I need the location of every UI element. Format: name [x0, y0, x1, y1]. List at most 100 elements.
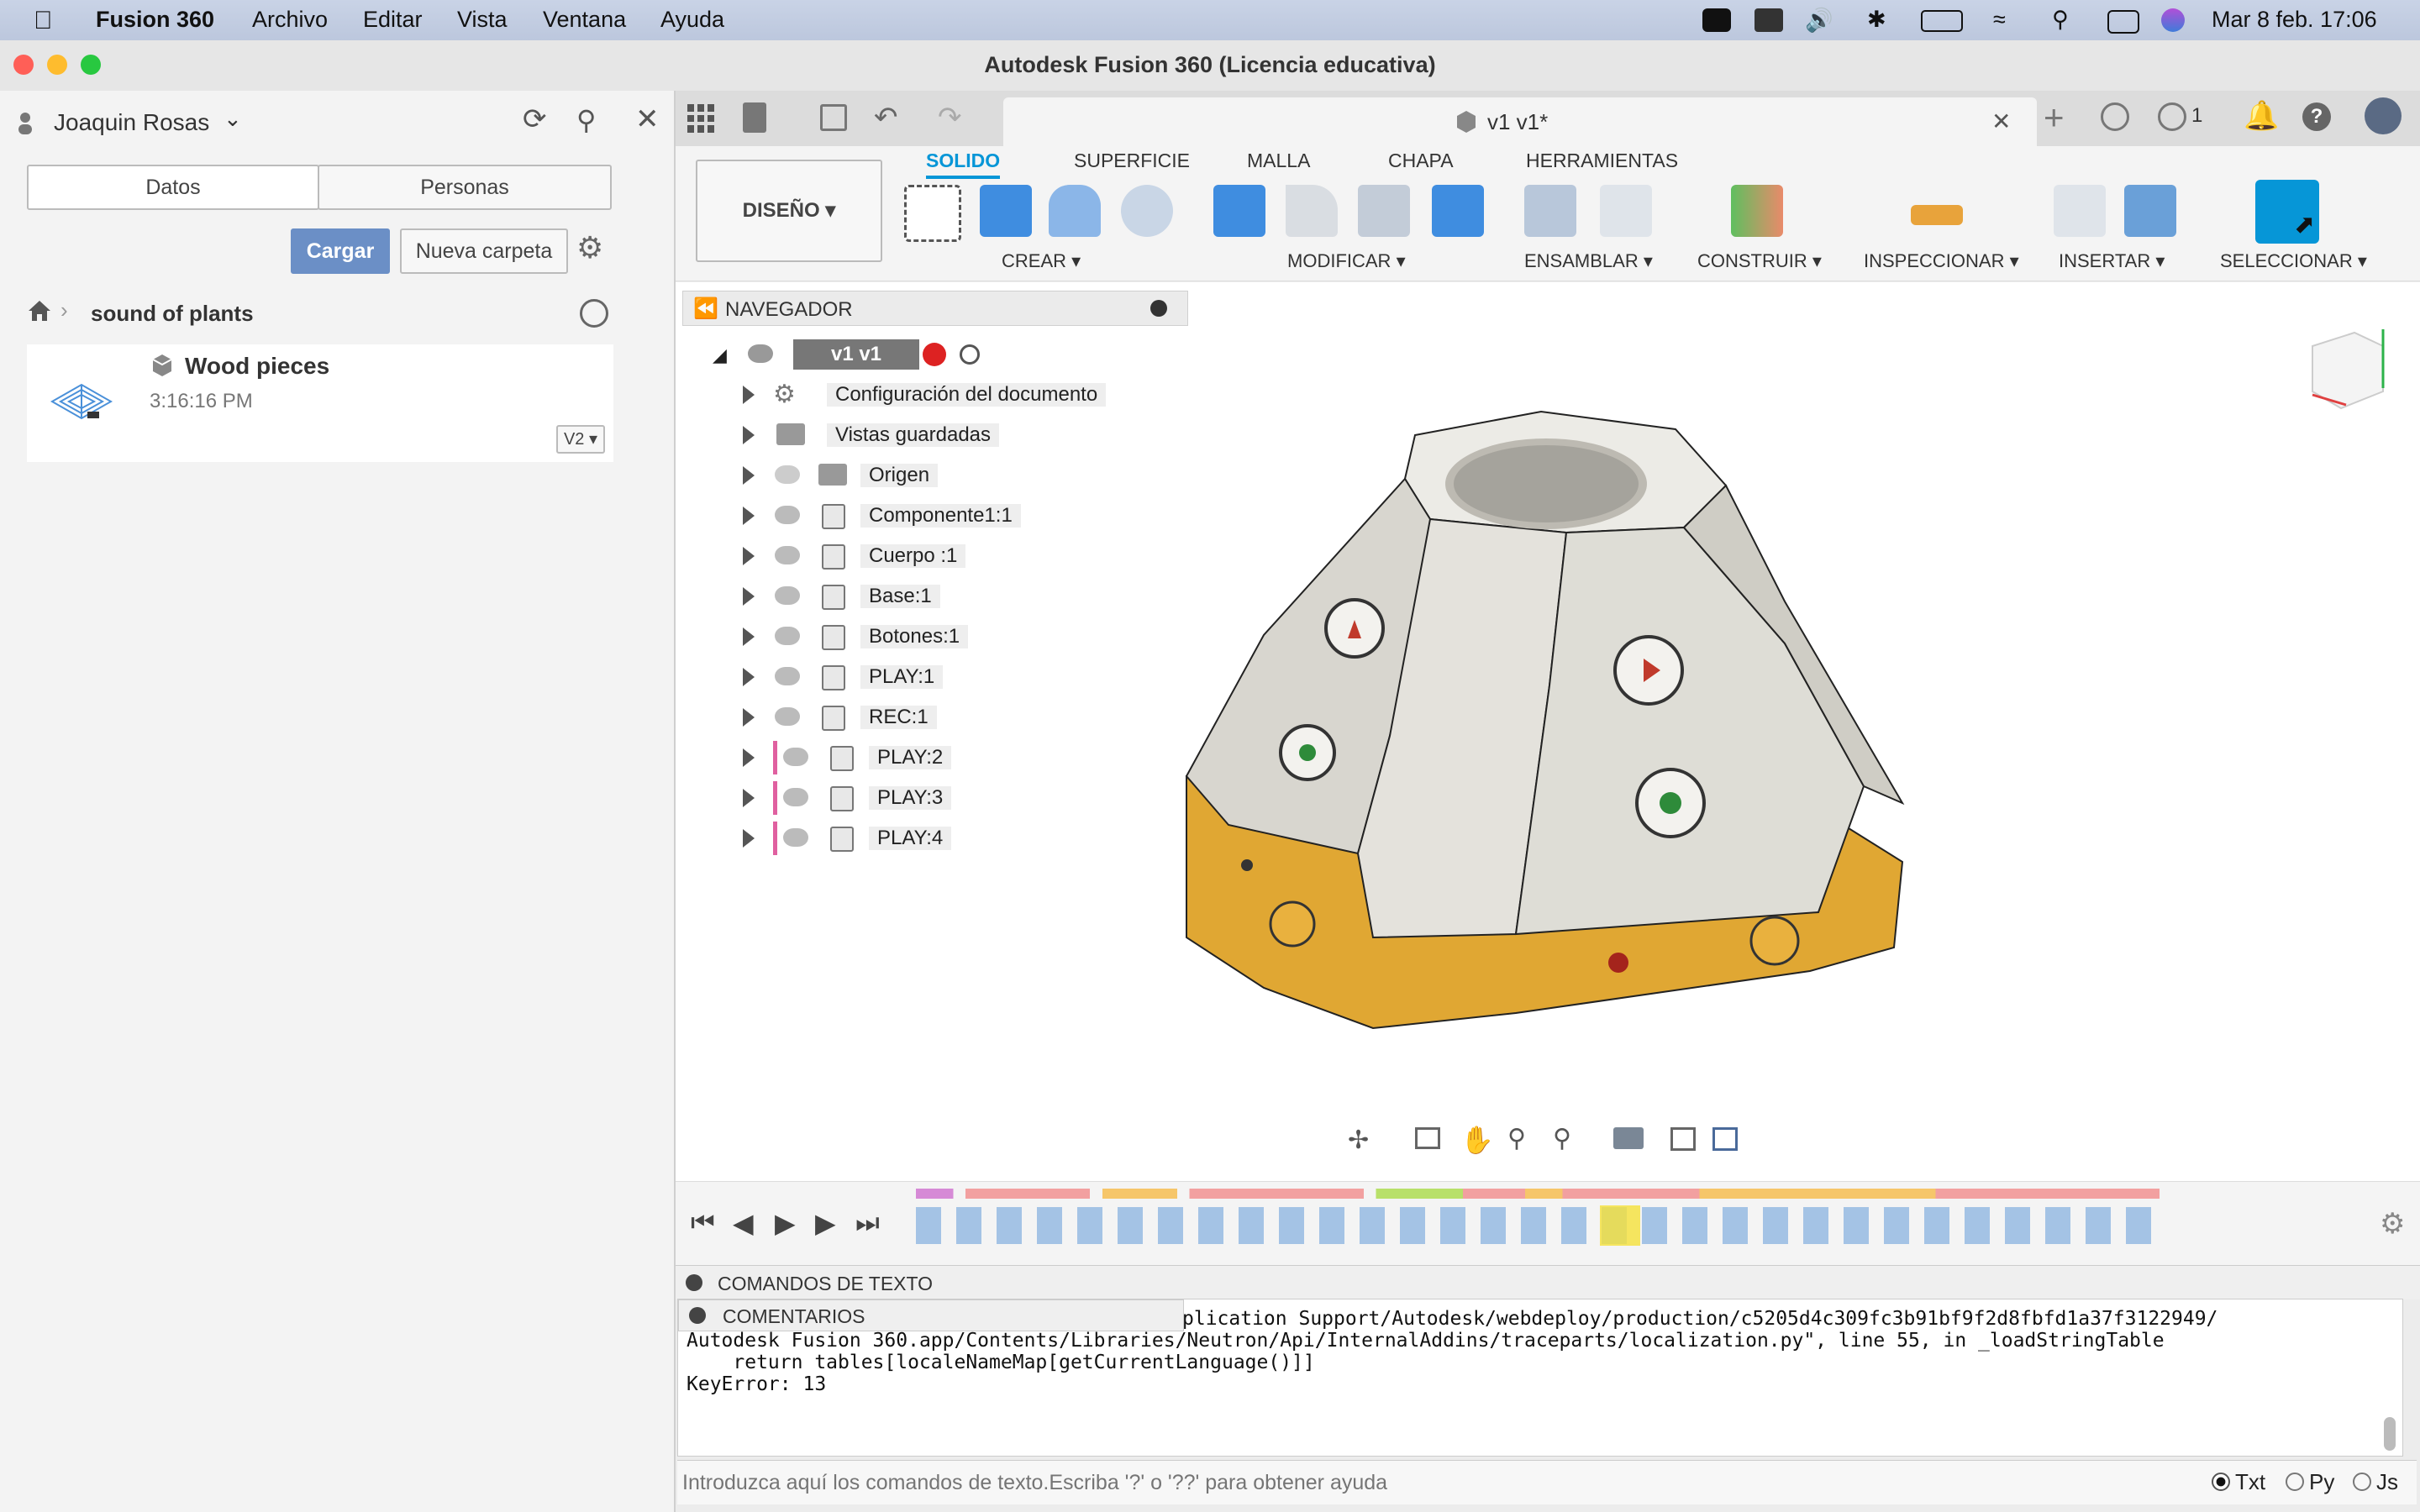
battery-icon[interactable] — [1921, 10, 1963, 32]
tab-solido[interactable]: SOLIDO — [926, 150, 1001, 179]
minimize-browser-icon[interactable] — [1150, 300, 1167, 317]
menubar-clock[interactable]: Mar 8 feb. 17:06 — [2212, 7, 2377, 33]
go-to-end-icon[interactable]: ⏭ — [855, 1207, 880, 1239]
user-name[interactable]: Joaquin Rosas — [54, 109, 209, 136]
visibility-eye-icon[interactable] — [775, 667, 800, 685]
text-command-input[interactable] — [681, 1466, 2196, 1499]
visibility-eye-icon[interactable] — [775, 707, 800, 726]
home-icon[interactable] — [27, 299, 52, 323]
group-crear[interactable]: CREAR ▾ — [1002, 250, 1081, 272]
browser-root[interactable]: ◢ v1 v1 — [713, 338, 1150, 371]
display-settings-icon[interactable] — [1613, 1127, 1644, 1149]
gear-icon[interactable]: ⚙ — [576, 230, 603, 265]
visibility-eye-icon[interactable] — [775, 546, 800, 564]
notification-bell-icon[interactable]: 🔔 — [2244, 99, 2279, 133]
tab-herramientas[interactable]: HERRAMIENTAS — [1526, 150, 1678, 172]
look-at-icon[interactable] — [1415, 1127, 1440, 1149]
console-scrollbar[interactable] — [2384, 1417, 2396, 1451]
insert-derive-icon[interactable] — [2054, 185, 2106, 237]
zoom-icon[interactable]: ⚲ — [1507, 1124, 1526, 1153]
shell-icon[interactable] — [1358, 185, 1410, 237]
new-component-icon[interactable] — [1524, 185, 1576, 237]
control-center-icon[interactable] — [2107, 10, 2139, 34]
text-commands-console[interactable]: COMENTARIOS plication Support/Autodesk/w… — [677, 1299, 2403, 1457]
activate-radio-icon[interactable] — [960, 344, 980, 365]
tab-malla[interactable]: MALLA — [1247, 150, 1310, 172]
collapse-triangle-icon[interactable]: ◢ — [713, 344, 727, 366]
measure-icon[interactable] — [1911, 205, 1963, 225]
workspace-switcher[interactable]: DISEÑO ▾ — [696, 160, 882, 262]
timeline-selected-feature[interactable] — [1600, 1205, 1640, 1246]
group-insertar[interactable]: INSERTAR ▾ — [2059, 250, 2165, 272]
visibility-eye-icon[interactable] — [775, 627, 800, 645]
py-radio[interactable] — [2286, 1473, 2304, 1491]
extrude-icon[interactable] — [980, 185, 1032, 237]
tree-item-play-3[interactable]: PLAY:3 — [743, 781, 1129, 815]
combine-icon[interactable] — [1432, 185, 1484, 237]
close-panel-icon[interactable]: ✕ — [635, 102, 660, 136]
group-modificar[interactable]: MODIFICAR ▾ — [1287, 250, 1406, 272]
tree-item-body[interactable]: Cuerpo :1 — [743, 539, 1129, 573]
group-construir[interactable]: CONSTRUIR ▾ — [1697, 250, 1822, 272]
file-name[interactable]: Wood pieces — [185, 353, 329, 380]
visibility-eye-icon[interactable] — [783, 788, 808, 806]
timeline-feature-bar[interactable] — [916, 1189, 2160, 1199]
play-icon[interactable]: ▶ — [775, 1207, 796, 1239]
visibility-eye-icon[interactable] — [775, 506, 800, 524]
tree-item-play-2[interactable]: PLAY:2 — [743, 741, 1129, 774]
tab-superficie[interactable]: SUPERFICIE — [1074, 150, 1190, 172]
timeline-features[interactable] — [916, 1207, 2160, 1244]
tree-item-origin[interactable]: Origen — [743, 459, 1129, 492]
group-inspeccionar[interactable]: INSPECCIONAR ▾ — [1864, 250, 2019, 272]
chevron-down-icon[interactable]: ⌄ — [224, 106, 242, 132]
tree-item-play-1[interactable]: PLAY:1 — [743, 660, 1129, 694]
fillet-icon[interactable] — [1286, 185, 1338, 237]
press-pull-icon[interactable] — [1213, 185, 1265, 237]
apple-icon[interactable]:  — [34, 7, 53, 35]
undo-icon[interactable]: ↶ — [874, 101, 898, 134]
upload-button[interactable]: Cargar — [291, 228, 390, 274]
file-menu-icon[interactable] — [743, 102, 766, 133]
txt-radio[interactable] — [2212, 1473, 2230, 1491]
menu-editar[interactable]: Editar — [363, 7, 423, 33]
siri-icon[interactable] — [2161, 8, 2185, 32]
menu-archivo[interactable]: Archivo — [252, 7, 328, 33]
search-icon[interactable]: ⚲ — [576, 104, 596, 136]
globe-icon[interactable] — [580, 299, 608, 328]
new-tab-icon[interactable]: + — [2044, 97, 2065, 138]
viewports-icon[interactable] — [1712, 1127, 1738, 1151]
document-tab[interactable]: v1 v1* ✕ — [1003, 97, 2037, 146]
fit-icon[interactable]: ⚲ — [1553, 1124, 1571, 1153]
joint-icon[interactable] — [1600, 185, 1652, 237]
redo-icon[interactable]: ↷ — [938, 101, 962, 134]
volume-icon[interactable]: 🔊 — [1805, 7, 1833, 34]
camera-icon[interactable] — [1702, 8, 1731, 32]
visibility-eye-icon[interactable] — [775, 586, 800, 605]
tree-item-component[interactable]: Componente1:1 — [743, 499, 1129, 533]
group-ensamblar[interactable]: ENSAMBLAR ▾ — [1524, 250, 1653, 272]
collapse-text-commands-icon[interactable] — [686, 1274, 702, 1291]
tree-item-document-settings[interactable]: ⚙ Configuración del documento — [743, 378, 1129, 412]
revolve-icon[interactable] — [1049, 185, 1101, 237]
go-to-start-icon[interactable]: ⏮ — [691, 1207, 715, 1239]
search-icon[interactable]: ⚲ — [2052, 7, 2069, 33]
new-folder-button[interactable]: Nueva carpeta — [400, 228, 568, 274]
version-dropdown[interactable]: V2 ▾ — [556, 425, 605, 454]
pan-icon[interactable]: ✋ — [1460, 1124, 1494, 1156]
file-card[interactable]: Wood pieces 3:16:16 PM V2 ▾ — [27, 344, 613, 462]
menu-app-name[interactable]: Fusion 360 — [96, 7, 214, 33]
tree-item-play-4[interactable]: PLAY:4 — [743, 822, 1129, 855]
step-back-icon[interactable]: ◀ — [733, 1207, 754, 1239]
wifi-icon[interactable]: ≈ — [1993, 7, 2006, 33]
save-icon[interactable] — [820, 104, 847, 131]
offset-plane-icon[interactable] — [1731, 185, 1783, 237]
grid-settings-icon[interactable] — [1670, 1127, 1696, 1151]
comments-panel[interactable]: COMENTARIOS — [678, 1299, 1184, 1331]
expand-comments-icon[interactable] — [689, 1307, 706, 1324]
tree-item-saved-views[interactable]: Vistas guardadas — [743, 418, 1129, 452]
create-sketch-icon[interactable] — [904, 185, 961, 242]
orbit-icon[interactable]: ✢ — [1348, 1126, 1369, 1155]
close-tab-icon[interactable]: ✕ — [1991, 108, 2011, 135]
collapse-browser-icon[interactable]: ⏪ — [693, 297, 718, 321]
visibility-eye-icon[interactable] — [783, 748, 808, 766]
